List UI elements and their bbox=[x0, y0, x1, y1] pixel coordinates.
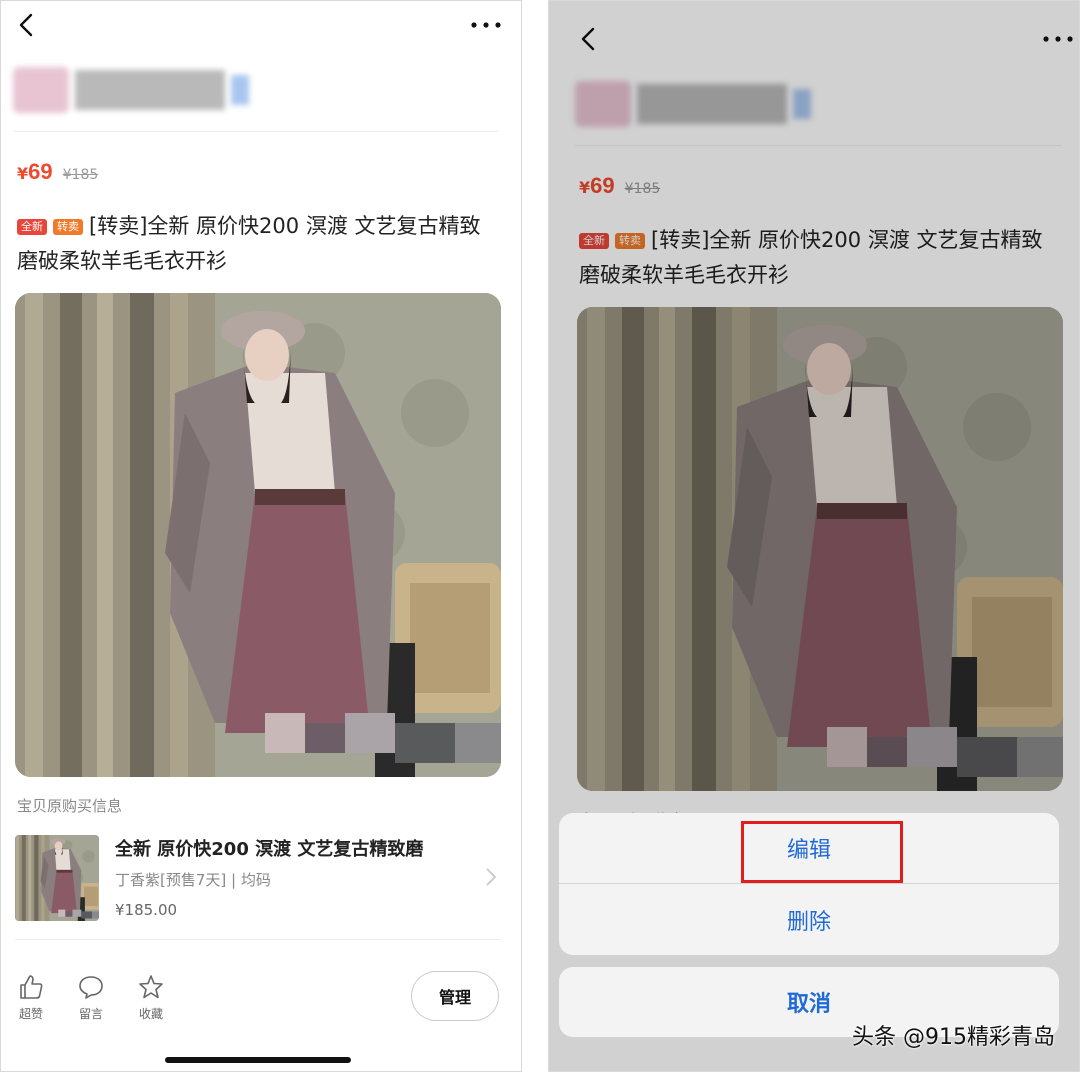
edit-option[interactable]: 编辑 bbox=[559, 813, 1059, 884]
phone-screen-listing: ¥69 ¥185 全新 转卖 [转卖]全新 原价快200 溟渡 文艺复古精致磨破柔软… bbox=[0, 0, 522, 1072]
price-row: ¥69 ¥185 bbox=[579, 173, 660, 199]
like-button[interactable]: 超赞 bbox=[11, 973, 51, 1022]
delete-option[interactable]: 删除 bbox=[559, 884, 1059, 955]
phone-screen-action-sheet: ¥69 ¥185 全新 转卖 [转卖]全新 原价快200 溟渡 文艺复古精致磨破柔软… bbox=[548, 0, 1080, 1072]
blurred-seller-info bbox=[13, 59, 253, 121]
purchase-spec: 丁香紫[预售7天] | 均码 bbox=[115, 871, 271, 889]
product-photo bbox=[577, 307, 1063, 791]
purchase-info-label: 宝贝原购买信息 bbox=[17, 797, 123, 815]
chevron-right-icon bbox=[486, 868, 497, 886]
listing-title-text: [转卖]全新 原价快200 溟渡 文艺复古精致磨破柔软羊毛毛衣开衫 bbox=[579, 228, 1043, 287]
divider bbox=[15, 939, 501, 940]
divider bbox=[575, 145, 1061, 146]
star-icon bbox=[139, 975, 163, 999]
purchase-price: ¥185.00 bbox=[115, 901, 178, 919]
tag-new: 全新 bbox=[17, 219, 47, 235]
back-arrow-icon[interactable] bbox=[15, 11, 39, 39]
price: 69 bbox=[28, 159, 53, 184]
blurred-seller-info bbox=[575, 73, 815, 135]
action-sheet: 编辑 删除 bbox=[559, 813, 1059, 955]
favorite-label: 收藏 bbox=[138, 1007, 163, 1021]
price: 69 bbox=[590, 173, 615, 198]
comment-bubble-icon bbox=[79, 976, 103, 999]
listing-title: 全新 转卖 [转卖]全新 原价快200 溟渡 文艺复古精致磨破柔软羊毛毛衣开衫 bbox=[17, 209, 487, 279]
listing-title: 全新 转卖 [转卖]全新 原价快200 溟渡 文艺复古精致磨破柔软羊毛毛衣开衫 bbox=[579, 223, 1049, 293]
watermark: 头条 @915精彩青岛 bbox=[852, 1025, 1055, 1050]
purchase-title: 全新 原价快200 溟渡 文艺复古精致磨 bbox=[115, 839, 424, 860]
listing-title-text: [转卖]全新 原价快200 溟渡 文艺复古精致磨破柔软羊毛毛衣开衫 bbox=[17, 214, 481, 273]
original-price: ¥185 bbox=[62, 167, 99, 183]
thumbs-up-icon bbox=[20, 975, 43, 999]
more-options-icon[interactable] bbox=[1041, 27, 1075, 51]
home-indicator bbox=[165, 1057, 351, 1063]
back-arrow-icon[interactable] bbox=[577, 25, 601, 53]
favorite-button[interactable]: 收藏 bbox=[131, 973, 171, 1022]
product-thumbnail bbox=[15, 835, 99, 921]
tag-resell: 转卖 bbox=[615, 233, 645, 249]
price-currency: ¥ bbox=[579, 178, 591, 197]
top-bar bbox=[563, 15, 1079, 63]
product-photo[interactable] bbox=[15, 293, 501, 777]
divider bbox=[13, 131, 499, 132]
tag-new: 全新 bbox=[579, 233, 609, 249]
original-price: ¥185 bbox=[624, 181, 661, 197]
manage-button[interactable]: 管理 bbox=[411, 971, 499, 1021]
like-label: 超赞 bbox=[18, 1007, 43, 1021]
purchase-info-card[interactable]: 全新 原价快200 溟渡 文艺复古精致磨 丁香紫[预售7天] | 均码 ¥185… bbox=[15, 833, 501, 925]
price-row: ¥69 ¥185 bbox=[17, 159, 98, 185]
more-options-icon[interactable] bbox=[469, 13, 503, 37]
comment-button[interactable]: 留言 bbox=[71, 973, 111, 1022]
top-bar bbox=[1, 1, 521, 49]
price-currency: ¥ bbox=[17, 164, 29, 183]
tag-resell: 转卖 bbox=[53, 219, 83, 235]
comment-label: 留言 bbox=[78, 1007, 103, 1021]
